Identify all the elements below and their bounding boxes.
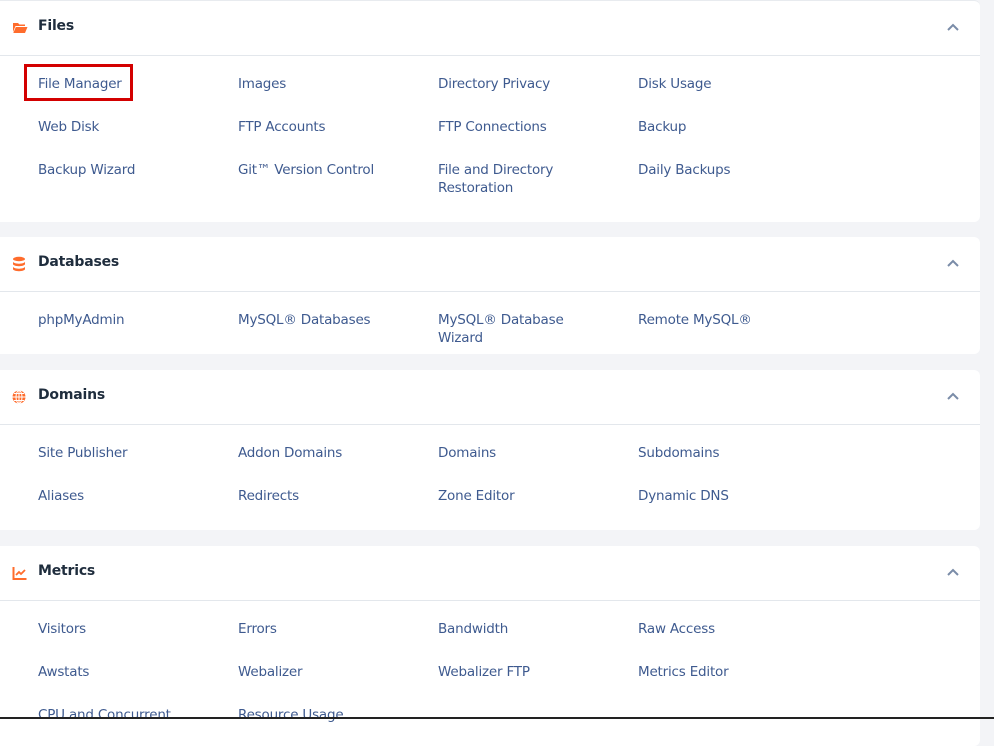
web-disk-link[interactable]: Web Disk (38, 118, 208, 136)
redirects-link[interactable]: Redirects (238, 487, 408, 505)
file-directory-restoration-link[interactable]: File and Directory Restoration (438, 161, 578, 197)
dynamic-dns-link[interactable]: Dynamic DNS (638, 487, 808, 505)
phpmyadmin-link[interactable]: phpMyAdmin (38, 311, 208, 329)
errors-link[interactable]: Errors (238, 620, 408, 638)
panel-title: Files (38, 18, 74, 34)
addon-domains-link[interactable]: Addon Domains (238, 444, 408, 462)
site-publisher-link[interactable]: Site Publisher (38, 444, 208, 462)
domains-panel: Domains Site Publisher Addon Domains Dom… (0, 370, 980, 530)
disk-usage-link[interactable]: Disk Usage (638, 75, 808, 93)
subdomains-link[interactable]: Subdomains (638, 444, 808, 462)
metrics-editor-link[interactable]: Metrics Editor (638, 663, 808, 681)
raw-access-link[interactable]: Raw Access (638, 620, 808, 638)
panel-title: Metrics (38, 563, 96, 579)
files-panel: Files File Manager Images Directory Priv… (0, 0, 980, 222)
panel-title: Databases (38, 254, 120, 270)
backup-wizard-link[interactable]: Backup Wizard (38, 161, 208, 179)
domains-panel-header[interactable]: Domains (0, 370, 980, 425)
metrics-panel: Metrics Visitors Errors Bandwidth Raw Ac… (0, 546, 980, 746)
panel-title: Domains (38, 387, 105, 403)
domains-link[interactable]: Domains (438, 444, 608, 462)
backup-link[interactable]: Backup (638, 118, 808, 136)
daily-backups-link[interactable]: Daily Backups (638, 161, 808, 179)
webalizer-link[interactable]: Webalizer (238, 663, 408, 681)
resource-usage-link[interactable]: Resource Usage (238, 706, 408, 724)
globe-icon (12, 390, 26, 404)
chevron-up-icon[interactable] (946, 389, 960, 403)
cpu-concurrent-link[interactable]: CPU and Concurrent (38, 706, 208, 724)
folder-open-icon (13, 23, 28, 33)
chart-line-icon (12, 567, 27, 580)
zone-editor-link[interactable]: Zone Editor (438, 487, 608, 505)
ftp-connections-link[interactable]: FTP Connections (438, 118, 608, 136)
mysql-databases-link[interactable]: MySQL® Databases (238, 311, 408, 329)
webalizer-ftp-link[interactable]: Webalizer FTP (438, 663, 608, 681)
chevron-up-icon[interactable] (946, 20, 960, 34)
awstats-link[interactable]: Awstats (38, 663, 208, 681)
aliases-link[interactable]: Aliases (38, 487, 208, 505)
bandwidth-link[interactable]: Bandwidth (438, 620, 608, 638)
remote-mysql-link[interactable]: Remote MySQL® (638, 311, 808, 329)
git-version-control-link[interactable]: Git™ Version Control (238, 161, 408, 179)
databases-panel: Databases phpMyAdmin MySQL® Databases My… (0, 237, 980, 354)
metrics-panel-header[interactable]: Metrics (0, 546, 980, 601)
ftp-accounts-link[interactable]: FTP Accounts (238, 118, 408, 136)
directory-privacy-link[interactable]: Directory Privacy (438, 75, 608, 93)
images-link[interactable]: Images (238, 75, 408, 93)
visitors-link[interactable]: Visitors (38, 620, 208, 638)
databases-panel-header[interactable]: Databases (0, 237, 980, 292)
database-icon (13, 256, 25, 272)
highlight-box (24, 64, 133, 101)
chevron-up-icon[interactable] (946, 565, 960, 579)
mysql-database-wizard-link[interactable]: MySQL® Database Wizard (438, 311, 608, 347)
chevron-up-icon[interactable] (946, 256, 960, 270)
files-panel-header[interactable]: Files (0, 1, 980, 56)
